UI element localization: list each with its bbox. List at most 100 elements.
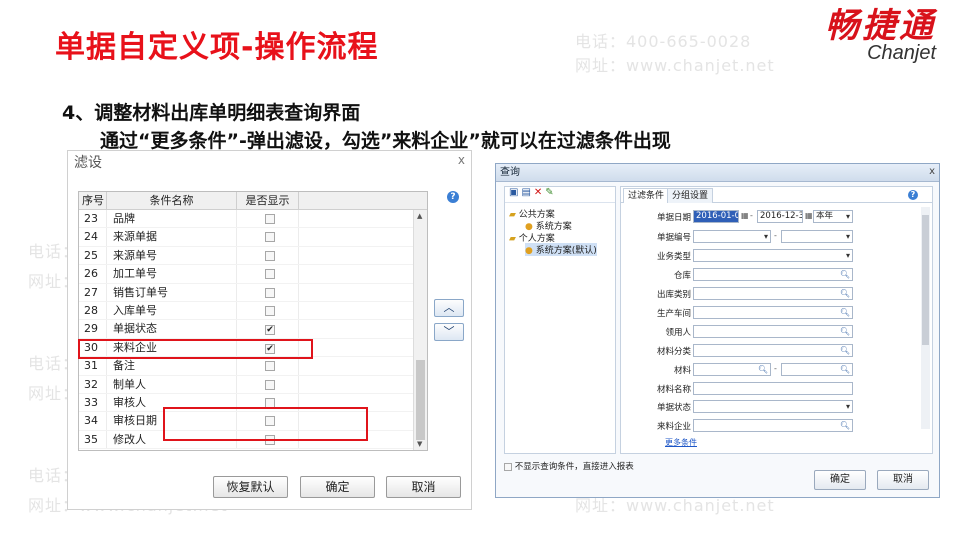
column-header[interactable]: 条件名称 xyxy=(107,192,237,209)
scroll-up-icon[interactable]: ▲ xyxy=(417,212,422,220)
material-from-field[interactable]: 🔍︎ xyxy=(693,363,771,376)
field-label: 单据状态 xyxy=(656,403,691,413)
outtype-field[interactable]: 🔍︎ xyxy=(693,287,853,300)
move-down-button[interactable]: ﹀ xyxy=(434,323,464,341)
ok-button[interactable]: 确定 xyxy=(300,476,375,498)
slide-title: 单据自定义项-操作流程 xyxy=(55,30,379,65)
show-checkbox[interactable] xyxy=(265,379,275,390)
cancel-button[interactable]: 取消 xyxy=(386,476,461,498)
date-to-field[interactable]: 2016-12-31 xyxy=(757,210,803,223)
table-row[interactable]: 27 销售订单号 xyxy=(79,283,427,302)
dialog-title: 查询 xyxy=(496,164,939,182)
ok-button[interactable]: 确定 xyxy=(814,470,866,490)
restore-default-button[interactable]: 恢复默认 xyxy=(213,476,288,498)
tab-strip: 过滤条件 分组设置 ? xyxy=(621,187,932,203)
show-checkbox[interactable] xyxy=(265,250,275,261)
receiver-field[interactable]: 🔍︎ xyxy=(693,325,853,338)
save-as-icon[interactable]: ▤ xyxy=(521,187,533,198)
close-icon[interactable]: x xyxy=(929,166,935,177)
biztype-select[interactable] xyxy=(693,249,853,262)
row-number: 33 xyxy=(79,393,107,412)
show-checkbox[interactable] xyxy=(265,269,275,280)
show-checkbox[interactable] xyxy=(265,214,275,224)
row-number: 32 xyxy=(79,375,107,393)
vertical-scrollbar[interactable]: ▲ ▼ xyxy=(413,210,427,450)
table-row[interactable]: 29 单据状态 ✔ xyxy=(79,320,427,339)
move-up-button[interactable]: ︿ xyxy=(434,299,464,317)
folder-icon: ▰ xyxy=(509,210,516,220)
help-icon[interactable]: ? xyxy=(908,190,918,200)
status-select[interactable] xyxy=(693,400,853,413)
calendar-icon[interactable]: ▦ xyxy=(805,211,813,220)
docno-to-field[interactable] xyxy=(781,230,853,243)
workshop-field[interactable]: 🔍︎ xyxy=(693,306,853,319)
tree-node-default-scheme[interactable]: ● 系统方案(默认) xyxy=(525,243,597,256)
show-checkbox[interactable] xyxy=(265,287,275,298)
row-number: 28 xyxy=(79,301,107,320)
scroll-down-icon[interactable]: ▼ xyxy=(417,440,422,448)
material-name-field[interactable] xyxy=(693,382,853,395)
reference-icon[interactable]: 🔍︎ xyxy=(840,364,850,375)
scheme-toolbar: ▣▤✕✎ xyxy=(505,187,615,203)
field-label: 材料名称 xyxy=(656,385,691,395)
condition-name: 制单人 xyxy=(107,375,237,393)
visibility-cell xyxy=(237,357,299,375)
visibility-cell xyxy=(237,283,299,301)
row-number: 34 xyxy=(79,412,107,430)
calendar-icon[interactable]: ▦ xyxy=(741,211,749,220)
show-checkbox[interactable] xyxy=(265,232,275,243)
docno-from-field[interactable] xyxy=(693,230,771,243)
skip-checkbox[interactable] xyxy=(504,462,512,471)
row-number: 35 xyxy=(79,430,107,449)
reference-icon[interactable]: 🔍︎ xyxy=(840,288,850,299)
show-checkbox[interactable] xyxy=(265,305,275,316)
reference-icon[interactable]: 🔍︎ xyxy=(840,269,850,280)
table-row[interactable]: 32 制单人 xyxy=(79,375,427,394)
reference-icon[interactable]: 🔍︎ xyxy=(840,326,850,337)
vertical-scrollbar[interactable] xyxy=(921,207,930,429)
reference-icon[interactable]: 🔍︎ xyxy=(840,307,850,318)
condition-name: 销售订单号 xyxy=(107,283,237,301)
skip-conditions-option[interactable]: 不显示查询条件，直接进入报表 xyxy=(504,460,634,472)
category-field[interactable]: 🔍︎ xyxy=(693,344,853,357)
material-to-field[interactable]: 🔍︎ xyxy=(781,363,853,376)
column-header[interactable]: 序号 xyxy=(79,192,107,209)
show-checkbox[interactable]: ✔ xyxy=(265,325,275,336)
delete-icon[interactable]: ✕ xyxy=(534,187,545,198)
table-row[interactable]: 26 加工单号 xyxy=(79,265,427,284)
condition-name: 来源单号 xyxy=(107,246,237,265)
tab-filter[interactable]: 过滤条件 xyxy=(623,188,670,203)
show-checkbox[interactable] xyxy=(265,361,275,372)
table-row[interactable]: 31 备注 xyxy=(79,357,427,376)
date-from-field[interactable]: 2016-01-01 xyxy=(693,210,739,223)
help-icon[interactable]: ? xyxy=(447,191,459,203)
table-row[interactable]: 28 入库单号 xyxy=(79,301,427,321)
tab-grouping[interactable]: 分组设置 xyxy=(667,188,714,203)
watermark-phone: 电话：400-665-0028 xyxy=(575,32,752,51)
field-label: 单据编号 xyxy=(656,233,691,243)
table-row[interactable]: 23 品牌 xyxy=(79,210,427,229)
table-row[interactable]: 24 来源单据 xyxy=(79,228,427,247)
close-icon[interactable]: x xyxy=(458,153,465,167)
reference-icon[interactable]: 🔍︎ xyxy=(758,364,768,375)
cancel-button[interactable]: 取消 xyxy=(877,470,929,490)
warehouse-field[interactable]: 🔍︎ xyxy=(693,268,853,281)
table-row[interactable]: 25 来源单号 xyxy=(79,246,427,266)
condition-name: 来源单据 xyxy=(107,228,237,246)
visibility-cell xyxy=(237,375,299,393)
field-label: 业务类型 xyxy=(656,252,691,262)
scroll-thumb[interactable] xyxy=(416,360,425,440)
edit-icon[interactable]: ✎ xyxy=(545,187,556,198)
reference-icon[interactable]: 🔍︎ xyxy=(840,420,850,431)
scroll-thumb[interactable] xyxy=(922,215,929,345)
period-select[interactable]: 本年 xyxy=(813,210,853,223)
filter-settings-dialog: 滤设 x ? 序号 条件名称 是否显示 23 品牌 24 来源单据 25 来源单号 26 加工… xyxy=(67,150,472,510)
reference-icon[interactable]: 🔍︎ xyxy=(840,345,850,356)
field-label: 出库类别 xyxy=(656,290,691,300)
more-conditions-link[interactable]: 更多条件 xyxy=(665,437,697,448)
column-header[interactable]: 是否显示 xyxy=(237,192,299,209)
field-label: 生产车间 xyxy=(656,309,691,319)
row-number: 26 xyxy=(79,265,107,283)
supplier-field[interactable]: 🔍︎ xyxy=(693,419,853,432)
save-icon[interactable]: ▣ xyxy=(509,187,521,198)
